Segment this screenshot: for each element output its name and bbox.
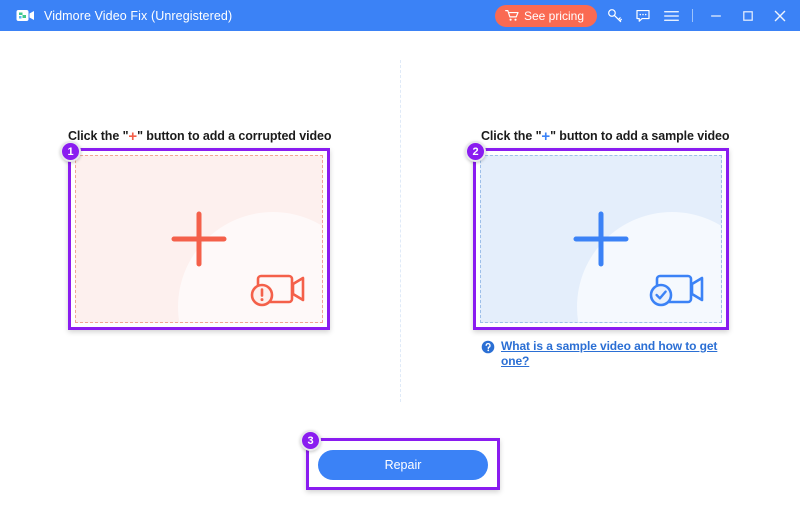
sample-video-help-link[interactable]: What is a sample video and how to get on… <box>501 339 727 369</box>
question-mark-icon[interactable] <box>481 340 495 354</box>
hamburger-menu-icon[interactable] <box>657 0 685 31</box>
step-badge-1: 1 <box>60 141 81 162</box>
corrupted-label-prefix: Click the " <box>68 129 129 143</box>
plus-glyph-red: + <box>128 128 138 145</box>
key-icon[interactable] <box>601 0 629 31</box>
shopping-cart-icon <box>505 10 519 21</box>
title-bar: Vidmore Video Fix (Unregistered) See pri… <box>0 0 800 31</box>
sample-video-help-row: What is a sample video and how to get on… <box>481 339 727 369</box>
see-pricing-button[interactable]: See pricing <box>494 4 597 27</box>
step-badge-2: 2 <box>465 141 486 162</box>
plus-glyph-blue: + <box>541 128 551 145</box>
plus-icon <box>171 211 227 267</box>
toolbar-divider <box>692 9 693 22</box>
video-camera-error-icon <box>250 274 305 307</box>
titlebar-actions: See pricing <box>494 0 800 31</box>
panel-divider <box>400 60 401 402</box>
video-camera-check-icon <box>649 274 704 307</box>
close-icon[interactable] <box>764 0 796 31</box>
maximize-icon[interactable] <box>732 0 764 31</box>
minimize-icon[interactable] <box>700 0 732 31</box>
sample-video-dropzone[interactable] <box>480 155 722 323</box>
speech-bubble-icon[interactable] <box>629 0 657 31</box>
app-window: Vidmore Video Fix (Unregistered) See pri… <box>0 0 800 514</box>
sample-video-label: Click the "+" button to add a sample vid… <box>481 128 730 145</box>
step-badge-3: 3 <box>300 430 321 451</box>
corrupted-video-label: Click the "+" button to add a corrupted … <box>68 128 332 145</box>
window-title: Vidmore Video Fix (Unregistered) <box>44 8 233 23</box>
plus-icon <box>573 211 629 267</box>
sample-label-suffix: " button to add a sample video <box>550 129 730 143</box>
sample-label-prefix: Click the " <box>481 129 542 143</box>
corrupted-label-suffix: " button to add a corrupted video <box>137 129 332 143</box>
corrupted-video-dropzone[interactable] <box>75 155 323 323</box>
video-camera-logo-icon <box>16 10 34 21</box>
see-pricing-label: See pricing <box>523 8 584 23</box>
repair-button[interactable]: Repair <box>318 450 488 480</box>
